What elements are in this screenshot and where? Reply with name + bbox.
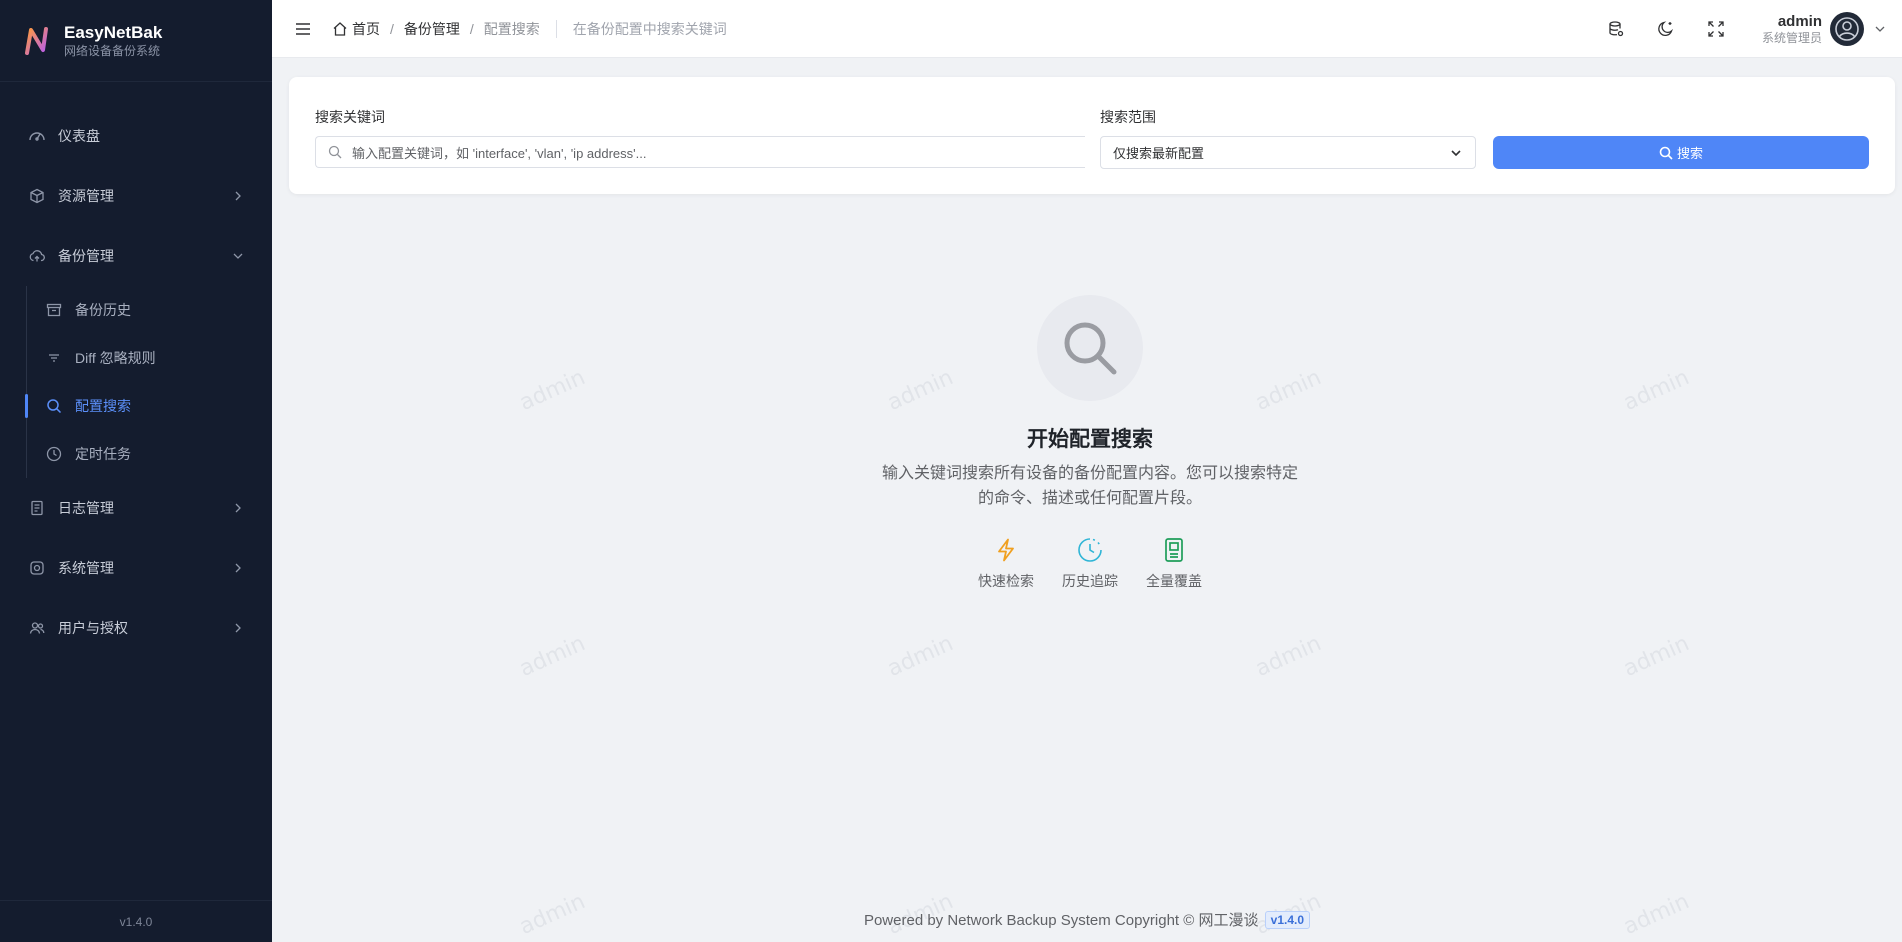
feature-label: 历史追踪 bbox=[1062, 573, 1118, 589]
scope-label: 搜索范围 bbox=[1100, 109, 1156, 125]
avatar[interactable] bbox=[1830, 12, 1864, 46]
chevron-right-icon bbox=[235, 503, 241, 513]
chevron-down-icon bbox=[1451, 149, 1461, 156]
sidebar-item-resources[interactable]: 资源管理 bbox=[0, 166, 272, 226]
breadcrumb-section[interactable]: 备份管理 bbox=[404, 19, 460, 39]
sidebar-item-label: 定时任务 bbox=[75, 446, 131, 462]
breadcrumb-home-label: 首页 bbox=[352, 20, 380, 37]
version-badge: v1.4.0 bbox=[1264, 911, 1311, 929]
cloud-upload-icon bbox=[28, 247, 46, 265]
feature-fast-search: 快速检索 bbox=[973, 537, 1039, 591]
watermark: admin bbox=[515, 631, 590, 682]
header-actions: admin 系统管理员 bbox=[1606, 0, 1886, 58]
settings-icon bbox=[28, 559, 46, 577]
chevron-right-icon bbox=[235, 563, 241, 573]
sidebar-item-backup[interactable]: 备份管理 bbox=[0, 226, 272, 286]
sidebar: EasyNetBak 网络设备备份系统 仪表盘 资源管理 备份管理 备份历史 D… bbox=[0, 0, 272, 942]
dark-mode-icon[interactable] bbox=[1656, 19, 1676, 39]
keyword-placeholder: 输入配置关键词，如 'interface', 'vlan', 'ip addre… bbox=[352, 145, 647, 161]
search-button[interactable]: 搜索 bbox=[1493, 136, 1869, 169]
filter-icon bbox=[45, 349, 63, 367]
watermark: admin bbox=[883, 631, 958, 682]
feature-list: 快速检索 历史追踪 全量覆盖 bbox=[840, 537, 1340, 591]
empty-state-title: 开始配置搜索 bbox=[1027, 428, 1153, 451]
chevron-right-icon bbox=[235, 191, 241, 201]
sidebar-item-label: 用户与授权 bbox=[58, 620, 128, 636]
sidebar-item-label: 日志管理 bbox=[58, 500, 114, 516]
keyword-input[interactable]: 输入配置关键词，如 'interface', 'vlan', 'ip addre… bbox=[315, 136, 1085, 168]
breadcrumb-current: 配置搜索 bbox=[483, 20, 540, 37]
sidebar-item-label: 系统管理 bbox=[58, 560, 114, 576]
user-name: admin bbox=[1777, 12, 1822, 30]
sidebar-item-label: 配置搜索 bbox=[75, 398, 131, 414]
sidebar-version: v1.4.0 bbox=[0, 900, 272, 942]
lightning-icon bbox=[993, 537, 1019, 563]
users-icon bbox=[28, 619, 46, 637]
brand-name: EasyNetBak bbox=[64, 22, 163, 42]
user-role: 系统管理员 bbox=[1761, 30, 1822, 45]
watermark: admin bbox=[1619, 365, 1694, 416]
breadcrumb-home[interactable]: 首页 bbox=[332, 19, 380, 39]
sidebar-item-logs[interactable]: 日志管理 bbox=[0, 478, 272, 538]
backup-submenu: 备份历史 Diff 忽略规则 配置搜索 定时任务 bbox=[25, 286, 272, 478]
fullscreen-icon[interactable] bbox=[1706, 19, 1726, 39]
brand-subtitle: 网络设备备份系统 bbox=[64, 43, 161, 58]
chevron-down-icon bbox=[233, 253, 243, 259]
feature-label: 全量覆盖 bbox=[1146, 573, 1202, 589]
sidebar-item-config-search[interactable]: 配置搜索 bbox=[25, 382, 272, 430]
sidebar-item-system[interactable]: 系统管理 bbox=[0, 538, 272, 598]
empty-state: 开始配置搜索 输入关键词搜索所有设备的备份配置内容。您可以搜索特定的命令、描述或… bbox=[840, 295, 1340, 591]
watermark: admin bbox=[515, 365, 590, 416]
sidebar-item-scheduled-tasks[interactable]: 定时任务 bbox=[27, 430, 272, 478]
page-description: 在备份配置中搜索关键词 bbox=[572, 20, 727, 37]
search-form-card: 搜索关键词 输入配置关键词，如 'interface', 'vlan', 'ip… bbox=[289, 77, 1895, 194]
keyword-label: 搜索关键词 bbox=[315, 109, 385, 125]
sidebar-item-dashboard[interactable]: 仪表盘 bbox=[0, 106, 272, 166]
document-icon bbox=[28, 499, 46, 517]
logo-icon bbox=[25, 26, 48, 55]
sidebar-item-label: 备份管理 bbox=[58, 248, 114, 264]
sidebar-menu: 仪表盘 资源管理 备份管理 备份历史 Diff 忽略规则 配置搜索 定时任务 日… bbox=[0, 82, 272, 658]
watermark: admin bbox=[1251, 631, 1326, 682]
user-menu[interactable]: admin 系统管理员 bbox=[1762, 12, 1886, 46]
breadcrumb: 首页 / 备份管理 / 配置搜索 bbox=[332, 19, 540, 39]
sidebar-item-diff-ignore-rules[interactable]: Diff 忽略规则 bbox=[27, 334, 272, 382]
dashboard-icon bbox=[28, 127, 46, 145]
footer-text: Powered by Network Backup System Copyrig… bbox=[863, 912, 1259, 929]
sd-card-icon bbox=[1161, 537, 1187, 563]
chevron-down-icon bbox=[1875, 26, 1885, 32]
brand[interactable]: EasyNetBak 网络设备备份系统 bbox=[0, 0, 272, 82]
feature-history-tracking: 历史追踪 bbox=[1057, 537, 1123, 591]
watermark: admin bbox=[1619, 631, 1694, 682]
database-settings-icon[interactable] bbox=[1606, 19, 1626, 39]
empty-state-description: 输入关键词搜索所有设备的备份配置内容。您可以搜索特定的命令、描述或任何配置片段。 bbox=[881, 465, 1298, 507]
header-divider bbox=[555, 19, 557, 38]
home-icon bbox=[333, 21, 347, 36]
empty-state-illustration bbox=[1037, 295, 1143, 401]
user-icon bbox=[1835, 17, 1859, 41]
sidebar-item-label: 资源管理 bbox=[58, 188, 114, 204]
sidebar-item-users[interactable]: 用户与授权 bbox=[0, 598, 272, 658]
sidebar-item-label: 仪表盘 bbox=[58, 128, 100, 144]
sidebar-item-label: 备份历史 bbox=[75, 302, 131, 318]
search-icon bbox=[45, 397, 63, 415]
feature-label: 快速检索 bbox=[978, 573, 1034, 589]
clock-icon bbox=[45, 445, 63, 463]
scope-selected-value: 仅搜索最新配置 bbox=[1113, 146, 1205, 161]
menu-toggle-icon[interactable] bbox=[294, 20, 312, 38]
scope-select[interactable]: 仅搜索最新配置 bbox=[1100, 136, 1476, 169]
archive-icon bbox=[45, 301, 63, 319]
search-button-label: 搜索 bbox=[1676, 146, 1703, 161]
sidebar-item-backup-history[interactable]: 备份历史 bbox=[27, 286, 272, 334]
clock-icon bbox=[1077, 537, 1103, 563]
cube-icon bbox=[28, 187, 46, 205]
chevron-right-icon bbox=[235, 623, 241, 633]
page-footer: Powered by Network Backup System Copyrig… bbox=[272, 909, 1902, 930]
feature-full-coverage: 全量覆盖 bbox=[1141, 537, 1207, 591]
search-icon bbox=[1659, 146, 1673, 160]
top-header: 首页 / 备份管理 / 配置搜索 在备份配置中搜索关键词 admin 系统管理员 bbox=[272, 0, 1902, 58]
search-icon bbox=[1064, 322, 1117, 375]
search-icon bbox=[328, 145, 342, 159]
sidebar-item-label: Diff 忽略规则 bbox=[75, 350, 156, 366]
